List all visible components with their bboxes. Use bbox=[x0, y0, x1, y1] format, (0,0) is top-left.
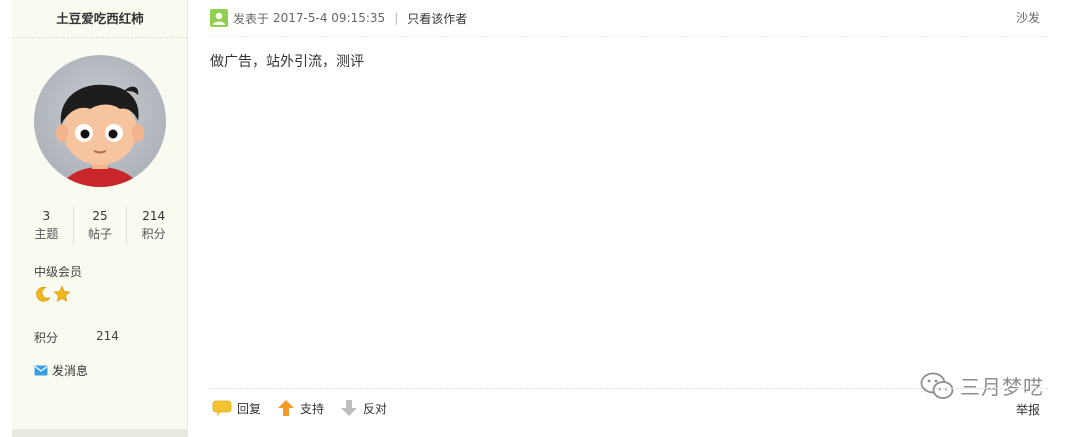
watermark-text: 三月梦呓 bbox=[960, 375, 1044, 399]
send-message-label: 发消息 bbox=[52, 364, 89, 378]
credits-row: 积分 214 bbox=[34, 329, 119, 346]
post-content: 做广告，站外引流，测评 bbox=[210, 54, 364, 70]
meta-separator: | bbox=[394, 11, 399, 25]
reply-button[interactable]: 回复 bbox=[212, 399, 261, 417]
stat-label: 主题 bbox=[34, 227, 59, 241]
author-panel: 土豆爱吃西红柿 3 主题 25 帖子 214 积分 中级会员 积分 214 发消… bbox=[12, 0, 188, 437]
watermark: 三月梦呓 bbox=[920, 371, 1044, 400]
credits-label: 积分 bbox=[34, 331, 59, 345]
reply-icon bbox=[212, 400, 232, 416]
moon-icon bbox=[36, 286, 51, 302]
stat-value: 214 bbox=[142, 209, 166, 223]
posted-time: 2017-5-4 09:15:35 bbox=[273, 11, 386, 25]
arrow-down-icon bbox=[341, 400, 358, 416]
online-status-icon bbox=[210, 9, 228, 27]
avatar[interactable] bbox=[34, 55, 166, 187]
stat-threads[interactable]: 3 主题 bbox=[20, 207, 74, 245]
stat-value: 3 bbox=[42, 209, 51, 223]
stat-credits[interactable]: 214 积分 bbox=[127, 207, 180, 245]
floor-label[interactable]: 沙发 bbox=[1016, 9, 1040, 26]
support-button[interactable]: 支持 bbox=[277, 399, 324, 417]
stat-label: 积分 bbox=[141, 227, 166, 241]
level-icons bbox=[34, 285, 71, 303]
header-divider bbox=[210, 36, 1048, 37]
post-actions: 回复 支持 反对 bbox=[212, 399, 403, 417]
only-author-link[interactable]: 只看该作者 bbox=[407, 10, 467, 27]
stat-posts[interactable]: 25 帖子 bbox=[74, 207, 128, 245]
send-message-link[interactable]: 发消息 bbox=[34, 362, 88, 379]
stat-value: 25 bbox=[92, 209, 108, 223]
credits-value: 214 bbox=[96, 329, 119, 343]
forum-post-page: 土豆爱吃西红柿 3 主题 25 帖子 214 积分 中级会员 积分 214 发消… bbox=[0, 0, 1080, 437]
footer-divider bbox=[210, 388, 1048, 389]
support-label: 支持 bbox=[300, 401, 325, 416]
oppose-label: 反对 bbox=[363, 401, 388, 416]
author-name[interactable]: 土豆爱吃西红柿 bbox=[12, 0, 188, 38]
report-link[interactable]: 举报 bbox=[1016, 401, 1040, 418]
star-icon bbox=[53, 285, 71, 302]
avatar-image bbox=[56, 84, 144, 187]
reply-label: 回复 bbox=[237, 401, 262, 416]
panel-bottom-strip bbox=[12, 429, 187, 437]
post-meta: 发表于 2017-5-4 09:15:35 | 只看该作者 bbox=[210, 8, 467, 28]
member-level[interactable]: 中级会员 bbox=[34, 263, 82, 280]
wechat-icon bbox=[920, 372, 954, 399]
author-stats: 3 主题 25 帖子 214 积分 bbox=[20, 207, 180, 245]
envelope-icon bbox=[34, 365, 48, 376]
arrow-up-icon bbox=[278, 400, 295, 416]
posted-prefix: 发表于 bbox=[233, 11, 270, 26]
stat-label: 帖子 bbox=[88, 227, 113, 241]
oppose-button[interactable]: 反对 bbox=[340, 399, 387, 417]
